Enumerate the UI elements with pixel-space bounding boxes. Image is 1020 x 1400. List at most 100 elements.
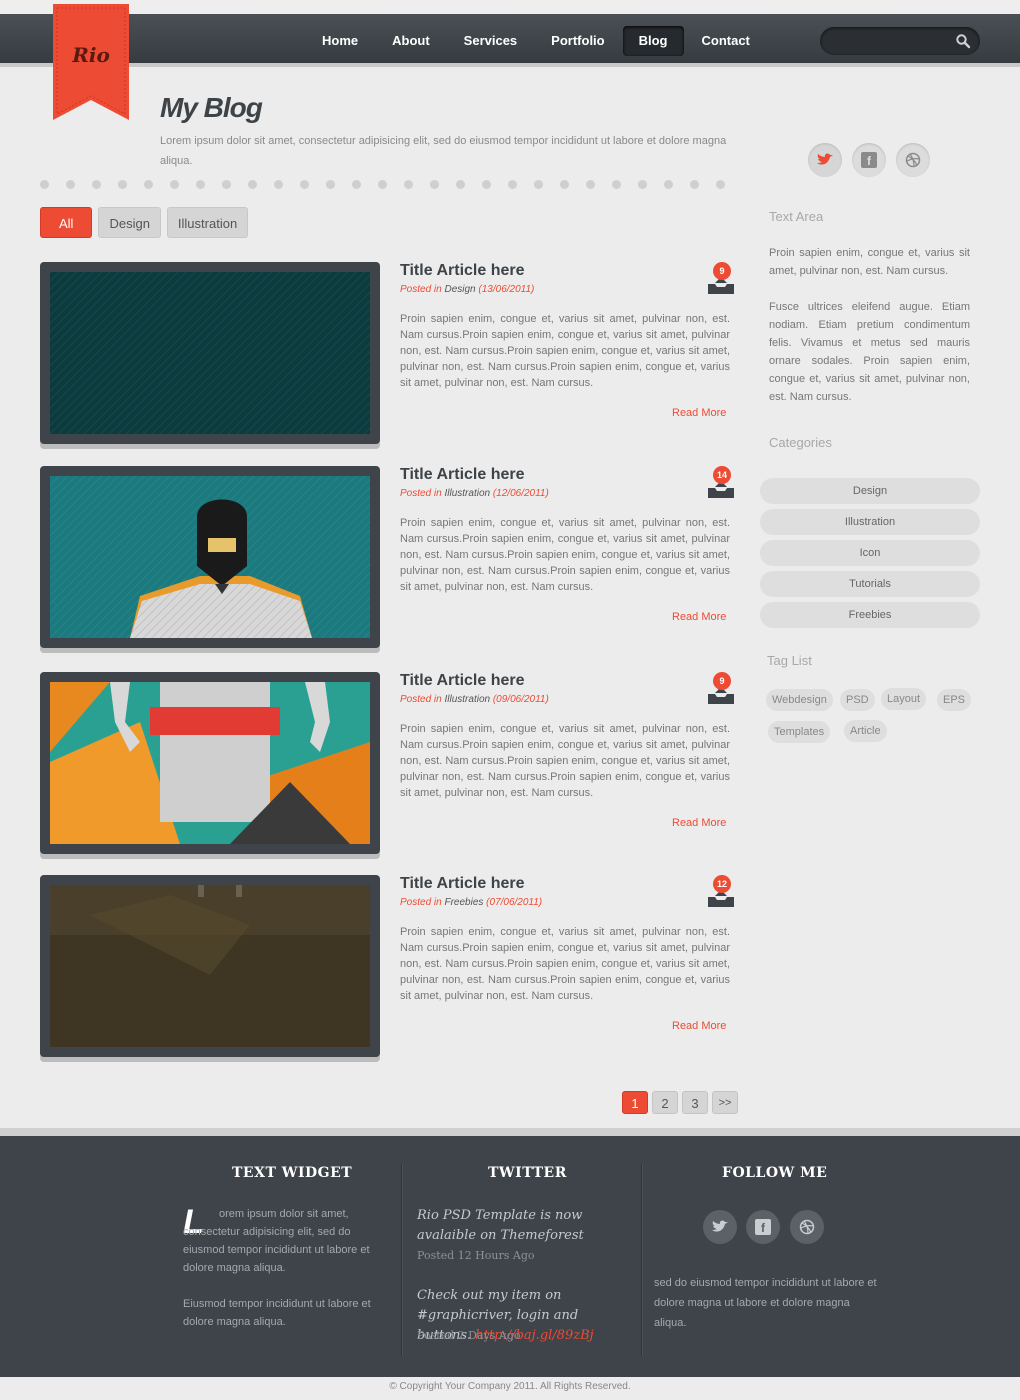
tag-item[interactable]: Webdesign xyxy=(766,689,833,711)
post-thumbnail xyxy=(50,272,370,434)
tag-item[interactable]: Article xyxy=(844,720,887,742)
read-more-link[interactable]: Read More xyxy=(672,817,726,829)
text-widget-paragraph: Eiusmod tempor incididunt ut labore et d… xyxy=(183,1298,371,1328)
post-thumbnail-frame[interactable] xyxy=(40,875,380,1057)
footer-facebook-button[interactable]: f xyxy=(746,1210,780,1244)
facebook-icon: f xyxy=(861,152,877,168)
footer-dribbble-button[interactable] xyxy=(790,1210,824,1244)
comment-badge: 12 xyxy=(713,875,731,893)
page-title: My Blog xyxy=(160,92,263,123)
read-more-link[interactable]: Read More xyxy=(672,407,726,419)
blog-post: Title Article here Posted in Design (13/… xyxy=(40,262,734,452)
nav-about[interactable]: About xyxy=(376,26,446,56)
comment-count[interactable]: 14 xyxy=(704,466,738,502)
nav-portfolio[interactable]: Portfolio xyxy=(535,26,620,56)
post-title[interactable]: Title Article here xyxy=(400,466,525,484)
read-more-link[interactable]: Read More xyxy=(672,1020,726,1032)
category-filters: All Design Illustration xyxy=(40,207,254,238)
category-item[interactable]: Tutorials xyxy=(760,571,980,597)
dribbble-button[interactable] xyxy=(896,143,930,177)
post-excerpt: Proin sapien enim, congue et, varius sit… xyxy=(400,313,730,389)
logo[interactable]: Rio xyxy=(53,4,129,120)
twitter-heading: TWITTER xyxy=(488,1165,567,1181)
blog-post: Title Article here Posted in Freebies (0… xyxy=(40,875,734,1065)
follow-me-heading: FOLLOW ME xyxy=(722,1165,828,1181)
post-meta: Posted in Illustration (12/06/2011) xyxy=(400,488,549,499)
post-thumbnail xyxy=(50,885,370,1047)
comment-count[interactable]: 9 xyxy=(704,262,738,298)
post-title[interactable]: Title Article here xyxy=(400,875,525,893)
page-2-button[interactable]: 2 xyxy=(652,1091,678,1114)
comment-count[interactable]: 12 xyxy=(704,875,738,911)
text-area-paragraph: Proin sapien enim, congue et, varius sit… xyxy=(769,247,970,277)
search-icon[interactable] xyxy=(955,33,971,49)
post-category-link[interactable]: Freebies xyxy=(444,897,483,908)
post-thumbnail-frame[interactable] xyxy=(40,466,380,648)
twitter-icon xyxy=(817,153,833,165)
tweet-date: Posted 2 Days Ago xyxy=(417,1329,521,1342)
tag-list-heading: Tag List xyxy=(767,653,812,668)
tweet-date: Posted 12 Hours Ago xyxy=(417,1249,535,1262)
post-meta: Posted in Design (13/06/2011) xyxy=(400,284,535,295)
page-3-button[interactable]: 3 xyxy=(682,1091,708,1114)
footer-divider xyxy=(0,1128,1020,1136)
post-thumbnail-frame[interactable] xyxy=(40,262,380,444)
post-category-link[interactable]: Illustration xyxy=(444,694,490,705)
page-1-button[interactable]: 1 xyxy=(622,1091,648,1114)
blog-post: Title Article here Posted in Illustratio… xyxy=(40,466,734,656)
category-item[interactable]: Icon xyxy=(760,540,980,566)
tweet-text: Rio PSD Template is now avalaible on The… xyxy=(417,1208,584,1243)
post-meta: Posted in Illustration (09/06/2011) xyxy=(400,694,549,705)
twitter-button[interactable] xyxy=(808,143,842,177)
footer-twitter-button[interactable] xyxy=(703,1210,737,1244)
text-widget-heading: TEXT WIDGET xyxy=(232,1165,353,1181)
search-input[interactable] xyxy=(820,27,950,55)
next-page-button[interactable]: >> xyxy=(712,1091,738,1114)
comment-badge: 9 xyxy=(713,672,731,690)
search-box xyxy=(820,27,980,55)
tag-item[interactable]: EPS xyxy=(937,689,972,711)
post-excerpt: Proin sapien enim, congue et, varius sit… xyxy=(400,723,730,799)
nav-blog[interactable]: Blog xyxy=(622,26,684,56)
filter-all-button[interactable]: All xyxy=(40,207,93,238)
post-thumbnail-frame[interactable] xyxy=(40,672,380,854)
pagination: 1 2 3 >> xyxy=(622,1091,742,1114)
categories-heading: Categories xyxy=(769,435,832,450)
top-strip xyxy=(0,0,1020,14)
facebook-button[interactable]: f xyxy=(852,143,886,177)
post-title[interactable]: Title Article here xyxy=(400,672,525,690)
text-widget-paragraph: orem ipsum dolor sit amet, consectetur a… xyxy=(183,1208,370,1274)
logo-text: Rio xyxy=(71,43,110,67)
navbar: Home About Services Portfolio Blog Conta… xyxy=(0,14,1020,67)
post-category-link[interactable]: Illustration xyxy=(444,488,490,499)
follow-me-text: sed do eiusmod tempor incididunt ut labo… xyxy=(654,1277,877,1329)
category-item[interactable]: Freebies xyxy=(760,602,980,628)
post-category-link[interactable]: Design xyxy=(444,284,475,295)
comment-count[interactable]: 9 xyxy=(704,672,738,708)
footer-column-divider xyxy=(401,1165,402,1355)
comment-badge: 9 xyxy=(713,262,731,280)
post-thumbnail xyxy=(50,476,370,638)
category-item[interactable]: Design xyxy=(760,478,980,504)
dribbble-icon xyxy=(905,152,921,168)
main-nav: Home About Services Portfolio Blog Conta… xyxy=(306,26,768,56)
post-meta: Posted in Freebies (07/06/2011) xyxy=(400,897,543,908)
comment-badge: 14 xyxy=(713,466,731,484)
text-area-paragraph: Fusce ultrices eleifend augue. Etiam nod… xyxy=(769,301,970,403)
tag-item[interactable]: Layout xyxy=(881,688,927,710)
category-item[interactable]: Illustration xyxy=(760,509,980,535)
nav-home[interactable]: Home xyxy=(306,26,374,56)
post-thumbnail xyxy=(50,682,370,844)
blog-post: Title Article here Posted in Illustratio… xyxy=(40,672,734,862)
post-title[interactable]: Title Article here xyxy=(400,262,525,280)
filter-illustration-button[interactable]: Illustration xyxy=(166,207,249,238)
facebook-icon: f xyxy=(755,1219,771,1235)
dotted-divider xyxy=(40,180,742,189)
text-area-heading: Text Area xyxy=(769,209,824,224)
read-more-link[interactable]: Read More xyxy=(672,611,726,623)
nav-contact[interactable]: Contact xyxy=(686,26,766,56)
filter-design-button[interactable]: Design xyxy=(98,207,161,238)
tag-item[interactable]: Templates xyxy=(768,721,831,743)
nav-services[interactable]: Services xyxy=(448,26,534,56)
tag-item[interactable]: PSD xyxy=(840,689,875,711)
